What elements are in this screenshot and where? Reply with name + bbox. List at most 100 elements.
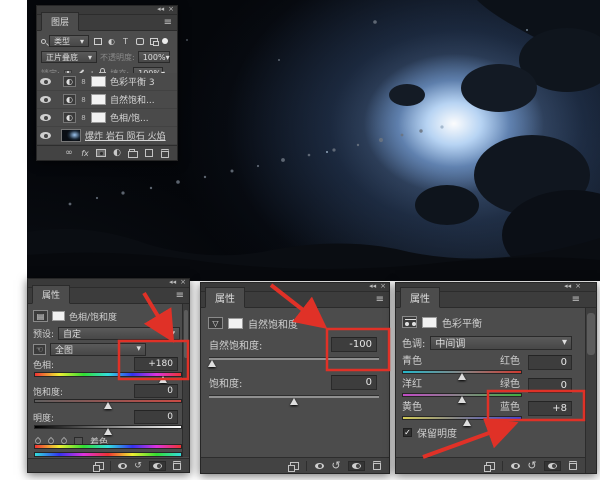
- saturation-slider-handle[interactable]: [290, 398, 298, 405]
- opacity-value[interactable]: 100%▾: [138, 51, 170, 63]
- delete-adjustment-icon[interactable]: [568, 461, 578, 470]
- clip-to-layer-icon[interactable]: [94, 462, 104, 470]
- filter-shape-layers-icon[interactable]: [134, 36, 145, 46]
- saturation-slider[interactable]: [209, 395, 379, 398]
- layer-visibility-icon[interactable]: [40, 114, 51, 121]
- collapse-panel-icon[interactable]: ◂◂: [369, 282, 376, 290]
- filter-type-dropdown[interactable]: 类型▾: [49, 35, 89, 47]
- layer-row-vibrance[interactable]: ◐ 8 自然饱和...: [37, 91, 177, 109]
- close-panel-icon[interactable]: ×: [168, 5, 174, 13]
- layer-visibility-icon[interactable]: [40, 132, 51, 139]
- add-mask-icon[interactable]: [96, 149, 106, 157]
- saturation-value-box[interactable]: 0: [331, 375, 377, 390]
- hue-footer: ↺: [28, 458, 189, 472]
- clip-to-layer-icon[interactable]: [289, 462, 299, 470]
- yellow-blue-slider[interactable]: [402, 416, 522, 420]
- visibility-icon[interactable]: [348, 461, 365, 471]
- reset-icon[interactable]: ↺: [331, 459, 341, 472]
- collapse-panel-icon[interactable]: ◂◂: [169, 278, 176, 286]
- saturation-slider[interactable]: [34, 399, 182, 403]
- vibrance-slider-handle[interactable]: [208, 360, 216, 367]
- filter-type-layers-icon[interactable]: T: [120, 36, 131, 46]
- adjustment-thumbnail-icon[interactable]: ◐: [63, 112, 76, 123]
- reset-icon[interactable]: ↺: [527, 459, 537, 472]
- layer-name[interactable]: 自然饱和...: [110, 93, 155, 106]
- preserve-luminosity-checkbox[interactable]: ✓: [403, 428, 412, 437]
- scrollbar-thumb[interactable]: [184, 310, 188, 358]
- visibility-icon[interactable]: [544, 461, 561, 471]
- close-panel-icon[interactable]: ×: [380, 282, 386, 290]
- layer-row-background-image[interactable]: 爆炸 岩石 陨石 火焰: [37, 127, 177, 145]
- layer-mask-thumbnail[interactable]: [91, 76, 106, 87]
- layer-name[interactable]: 色相/饱...: [110, 111, 149, 124]
- panel-menu-icon[interactable]: ≡: [572, 294, 580, 305]
- layer-name[interactable]: 色彩平衡 3: [110, 75, 155, 88]
- mask-thumbnail-icon[interactable]: [422, 317, 437, 328]
- visibility-icon[interactable]: [149, 461, 166, 471]
- view-previous-state-icon[interactable]: [314, 463, 324, 469]
- layer-visibility-icon[interactable]: [40, 96, 51, 103]
- hue-slider-handle[interactable]: [159, 376, 167, 383]
- new-group-icon[interactable]: [128, 149, 138, 158]
- delete-adjustment-icon[interactable]: [372, 461, 382, 470]
- new-layer-icon[interactable]: [144, 149, 154, 157]
- link-layers-icon[interactable]: ∞: [64, 148, 74, 158]
- view-previous-state-icon[interactable]: [117, 463, 127, 469]
- lightness-slider[interactable]: [34, 425, 182, 429]
- channel-dropdown[interactable]: 全图▾: [50, 343, 146, 356]
- magenta-green-slider[interactable]: [402, 393, 522, 397]
- collapse-panel-icon[interactable]: ◂◂: [564, 282, 571, 290]
- filter-smart-object-icon[interactable]: [148, 36, 159, 46]
- layer-row-hue-saturation[interactable]: ◐ 8 色相/饱...: [37, 109, 177, 127]
- lightness-value-box[interactable]: 0: [134, 410, 178, 424]
- layer-mask-thumbnail[interactable]: [91, 94, 106, 105]
- filter-adjustment-layers-icon[interactable]: ◐: [106, 36, 117, 46]
- layer-mask-thumbnail[interactable]: [91, 112, 106, 123]
- close-panel-icon[interactable]: ×: [180, 278, 186, 286]
- hue-slider[interactable]: [34, 372, 182, 377]
- layer-name[interactable]: 爆炸 岩石 陨石 火焰: [85, 129, 166, 142]
- panel-scrollbar[interactable]: [585, 308, 596, 473]
- tab-properties[interactable]: 属性: [400, 287, 440, 308]
- tab-properties[interactable]: 属性: [205, 287, 245, 308]
- mask-thumbnail-icon[interactable]: [228, 318, 243, 329]
- saturation-value-box[interactable]: 0: [134, 384, 178, 398]
- panel-scrollbar[interactable]: [182, 304, 189, 457]
- filter-toggle-icon[interactable]: [162, 38, 168, 44]
- layer-row-color-balance[interactable]: ◐ 8 色彩平衡 3: [37, 73, 177, 91]
- cyan-red-value-box[interactable]: 0: [528, 355, 572, 370]
- adjustment-thumbnail-icon[interactable]: ◐: [63, 76, 76, 87]
- magenta-green-value-box[interactable]: 0: [528, 378, 572, 393]
- panel-menu-icon[interactable]: ≡: [164, 17, 172, 28]
- vibrance-value-box[interactable]: -100: [331, 337, 377, 352]
- new-adjustment-layer-icon[interactable]: ◐: [112, 148, 122, 158]
- tab-properties[interactable]: 属性: [32, 285, 70, 304]
- collapse-panel-icon[interactable]: ◂◂: [157, 5, 164, 13]
- blend-mode-dropdown[interactable]: 正片叠底▾: [41, 51, 97, 63]
- preserve-luminosity-label: 保留明度: [417, 425, 457, 440]
- yellow-blue-value-box[interactable]: +8: [528, 401, 572, 416]
- scrollbar-thumb[interactable]: [587, 313, 595, 355]
- layer-thumbnail[interactable]: [61, 129, 81, 142]
- reset-icon[interactable]: ↺: [133, 461, 143, 471]
- layer-visibility-icon[interactable]: [40, 78, 51, 85]
- saturation-slider-handle[interactable]: [104, 402, 112, 409]
- tone-dropdown[interactable]: 中间调▾: [430, 336, 572, 350]
- delete-layer-icon[interactable]: [160, 149, 170, 158]
- preset-dropdown[interactable]: 自定▾: [58, 327, 180, 340]
- adjustment-thumbnail-icon[interactable]: ◐: [63, 94, 76, 105]
- hue-value-box[interactable]: +180: [134, 357, 178, 371]
- filter-pixel-layers-icon[interactable]: [92, 36, 103, 46]
- panel-menu-icon[interactable]: ≡: [176, 290, 184, 301]
- delete-adjustment-icon[interactable]: [172, 461, 182, 470]
- targeted-adjustment-icon[interactable]: ☜: [33, 344, 46, 355]
- close-panel-icon[interactable]: ×: [575, 282, 581, 290]
- layer-style-icon[interactable]: fx: [80, 149, 90, 158]
- cyan-red-slider[interactable]: [402, 370, 522, 374]
- mask-thumbnail-icon[interactable]: [52, 311, 65, 321]
- view-previous-state-icon[interactable]: [510, 463, 520, 469]
- panel-menu-icon[interactable]: ≡: [376, 294, 384, 305]
- tab-layers[interactable]: 图层: [41, 12, 79, 31]
- vibrance-slider[interactable]: [209, 357, 379, 360]
- clip-to-layer-icon[interactable]: [485, 462, 495, 470]
